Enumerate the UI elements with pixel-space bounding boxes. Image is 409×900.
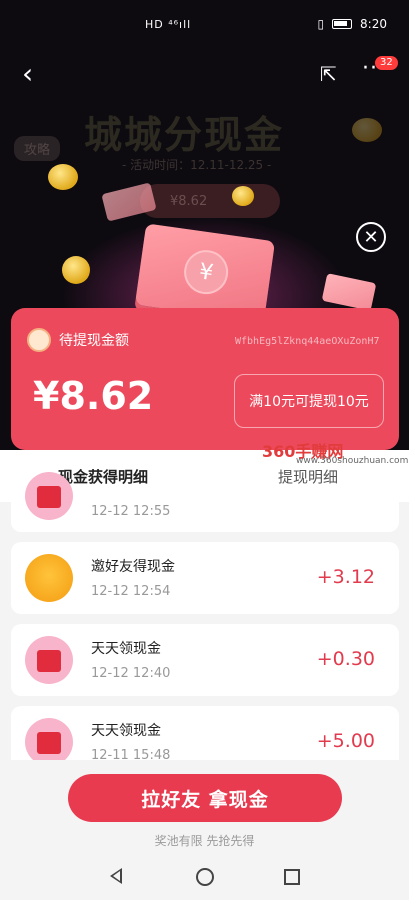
clock: 8:20 [360,17,387,31]
item-title: 天天领现金 [91,723,161,739]
list-item[interactable]: 12-12 12:55 [11,472,399,532]
vibrate-icon: ▯ [317,17,325,31]
coin-icon [62,256,90,284]
watermark-url: www.360shouzhuan.com [296,456,409,466]
balance-amount: ¥8.62 [33,374,154,418]
coin-icon [352,118,382,142]
coin-bag-icon [25,554,73,602]
close-icon[interactable]: ✕ [356,222,386,252]
coin-icon [232,186,254,206]
item-title: 天天领现金 [91,641,161,657]
hero-date: - 活动时间：12.11-12.25 - [122,158,272,172]
coin-icon [48,164,78,190]
system-nav-bar [0,858,409,900]
signal-icons: HD ⁴⁶ıll [145,17,192,31]
envelope-icon [25,718,73,766]
back-icon[interactable]: ‹ [22,60,33,88]
balance-label: 待提现金额 [59,333,129,349]
item-amount: +5.00 [316,730,375,752]
share-icon[interactable]: ⇱ [320,62,337,86]
avatar [27,328,51,352]
balance-card: 待提现金额 WfbhEg5lZknq44aeOXuZonH7 ¥8.62 满10… [11,308,399,450]
yen-icon: ¥ [181,247,231,297]
strategy-button: 攻略 [14,136,61,161]
envelope-icon [25,636,73,684]
system-home-icon[interactable] [196,868,214,886]
list-item[interactable]: 天天领现金 12-12 12:40 +0.30 [11,624,399,696]
hero-amount-pill: ¥8.62 [140,184,280,218]
item-time: 12-12 12:55 [91,504,171,519]
footer-note: 奖池有限 先抢先得 [154,834,255,848]
tab-cash-details[interactable]: 现金获得明细 [58,466,148,487]
battery-icon [332,19,353,29]
item-time: 12-12 12:40 [91,666,171,681]
status-bar: HD ⁴⁶ıll ▯ 8:20 [0,0,409,48]
list-item[interactable]: 邀好友得现金 12-12 12:54 +3.12 [11,542,399,614]
item-amount: +0.30 [316,648,375,670]
tab-withdraw-details[interactable]: 提现明细 [278,466,338,487]
user-id: WfbhEg5lZknq44aeOXuZonH7 [235,336,380,347]
item-amount: +3.12 [316,566,375,588]
withdraw-threshold-button[interactable]: 满10元可提现10元 [234,374,384,428]
notification-badge: 32 [375,56,398,70]
item-title: 邀好友得现金 [91,559,175,575]
invite-friends-button[interactable]: 拉好友 拿现金 [68,774,342,822]
system-back-icon[interactable] [110,868,122,884]
item-time: 12-12 12:54 [91,584,171,599]
system-recent-icon[interactable] [284,869,300,885]
hero-title: 城城分现金 [84,113,285,157]
envelope-icon [25,472,73,520]
top-nav: ‹ ⇱ ··· 32 [0,48,409,102]
